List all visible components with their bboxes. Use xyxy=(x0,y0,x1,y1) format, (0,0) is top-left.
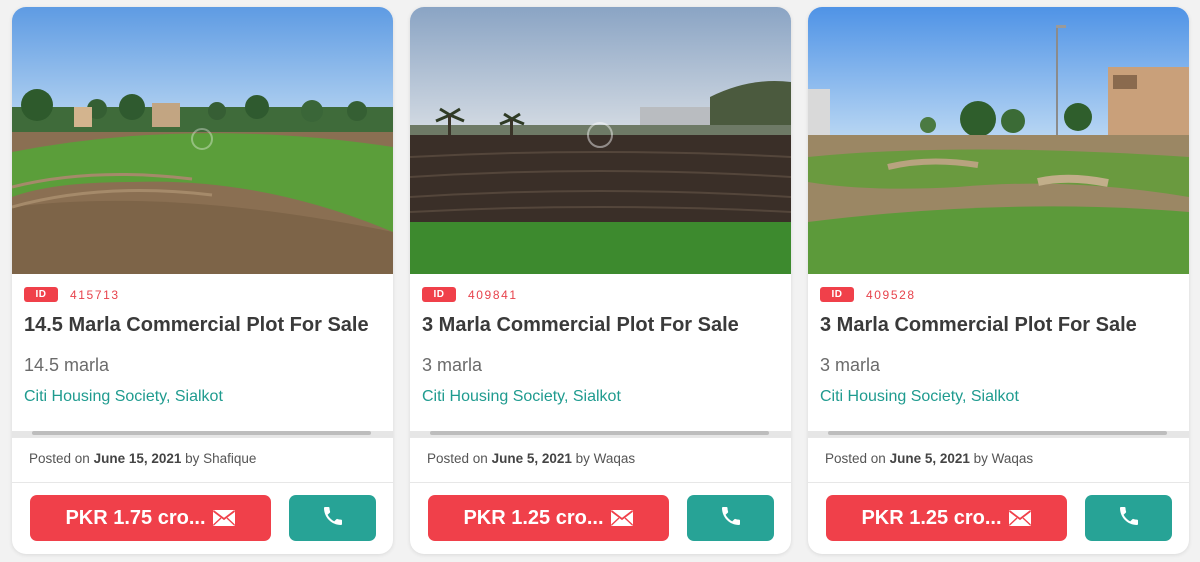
listing-id-row: ID 415713 xyxy=(24,287,120,302)
listing-card[interactable]: ID 415713 14.5 Marla Commercial Plot For… xyxy=(12,7,393,554)
listing-size: 14.5 marla xyxy=(24,355,110,375)
divider xyxy=(410,482,791,483)
id-badge: ID xyxy=(24,287,58,302)
listing-photo[interactable] xyxy=(410,7,791,274)
posted-prefix: Posted on xyxy=(825,451,886,466)
listing-photo[interactable] xyxy=(12,7,393,274)
listing-size: 3 marla xyxy=(820,355,881,375)
posted-info: Posted on June 5, 2021 by Waqas xyxy=(825,451,1033,466)
divider xyxy=(12,437,393,438)
phone-icon xyxy=(719,504,743,533)
posted-date: June 5, 2021 xyxy=(491,451,572,466)
posted-by: by Waqas xyxy=(973,451,1034,466)
listing-id: 415713 xyxy=(70,287,120,302)
envelope-icon xyxy=(1008,509,1032,527)
posted-by: by Waqas xyxy=(575,451,636,466)
posted-prefix: Posted on xyxy=(29,451,90,466)
scrollbar-thumb[interactable] xyxy=(828,431,1167,435)
listing-title[interactable]: 3 Marla Commercial Plot For Sale xyxy=(422,314,776,337)
id-badge: ID xyxy=(820,287,854,302)
call-button[interactable] xyxy=(687,495,774,541)
id-badge: ID xyxy=(422,287,456,302)
price-enquiry-button[interactable]: PKR 1.25 cro... xyxy=(826,495,1067,541)
envelope-icon xyxy=(212,509,236,527)
phone-icon xyxy=(1117,504,1141,533)
listing-id-row: ID 409528 xyxy=(820,287,916,302)
listing-photo[interactable] xyxy=(808,7,1189,274)
call-button[interactable] xyxy=(1085,495,1172,541)
listing-location[interactable]: Citi Housing Society, Sialkot xyxy=(820,388,1019,406)
listing-id: 409528 xyxy=(866,287,916,302)
listing-location[interactable]: Citi Housing Society, Sialkot xyxy=(24,388,223,406)
posted-info: Posted on June 5, 2021 by Waqas xyxy=(427,451,635,466)
listing-card[interactable]: ID 409528 3 Marla Commercial Plot For Sa… xyxy=(808,7,1189,554)
call-button[interactable] xyxy=(289,495,376,541)
listing-id-row: ID 409841 xyxy=(422,287,518,302)
price-label: PKR 1.25 cro... xyxy=(861,506,1002,529)
posted-date: June 5, 2021 xyxy=(889,451,970,466)
listing-title[interactable]: 3 Marla Commercial Plot For Sale xyxy=(820,314,1174,337)
posted-prefix: Posted on xyxy=(427,451,488,466)
price-label: PKR 1.25 cro... xyxy=(463,506,604,529)
listing-id: 409841 xyxy=(468,287,518,302)
posted-info: Posted on June 15, 2021 by Shafique xyxy=(29,451,256,466)
divider xyxy=(12,482,393,483)
listing-card[interactable]: ID 409841 3 Marla Commercial Plot For Sa… xyxy=(410,7,791,554)
price-label: PKR 1.75 cro... xyxy=(65,506,206,529)
listing-size: 3 marla xyxy=(422,355,483,375)
posted-by: by Shafique xyxy=(185,451,257,466)
divider xyxy=(808,437,1189,438)
posted-date: June 15, 2021 xyxy=(93,451,182,466)
listing-title[interactable]: 14.5 Marla Commercial Plot For Sale xyxy=(24,314,378,337)
divider xyxy=(808,482,1189,483)
scrollbar-thumb[interactable] xyxy=(32,431,371,435)
envelope-icon xyxy=(610,509,634,527)
scrollbar-thumb[interactable] xyxy=(430,431,769,435)
phone-icon xyxy=(321,504,345,533)
divider xyxy=(410,437,791,438)
price-enquiry-button[interactable]: PKR 1.75 cro... xyxy=(30,495,271,541)
price-enquiry-button[interactable]: PKR 1.25 cro... xyxy=(428,495,669,541)
listing-location[interactable]: Citi Housing Society, Sialkot xyxy=(422,388,621,406)
